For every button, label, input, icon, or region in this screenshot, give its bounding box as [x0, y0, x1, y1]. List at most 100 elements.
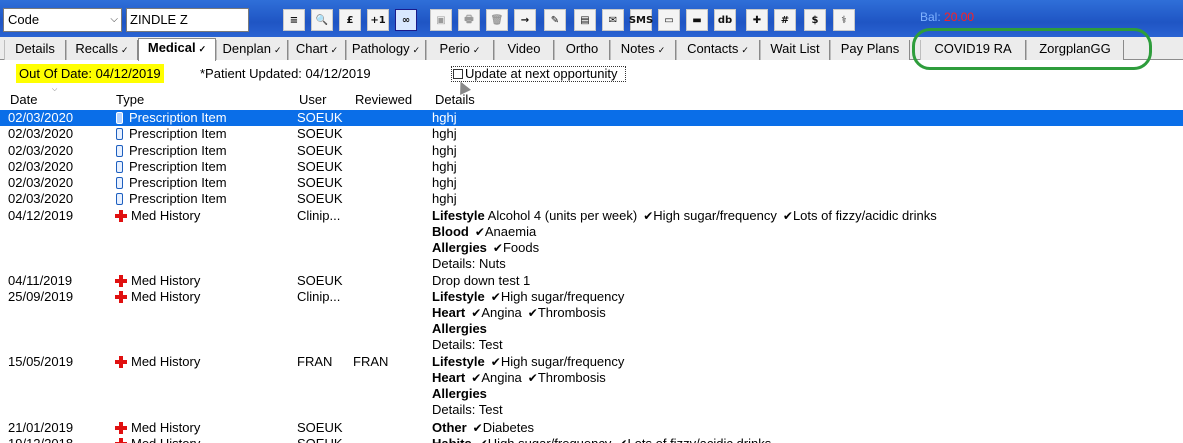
tab-label: Notes — [620, 41, 655, 56]
print-button[interactable]: 🖶 — [458, 9, 480, 31]
detail-text: Thrombosis — [537, 370, 606, 385]
detail-category: Lifestyle — [432, 208, 485, 223]
table-row[interactable]: 02/03/2020 Prescription Item SOEUK hghj — [0, 126, 1183, 142]
table-row[interactable]: 15/05/2019 Med History FRAN FRAN Lifestyle ✔H… — [0, 354, 1183, 419]
table-row[interactable]: 02/03/2020 Prescription Item SOEUK hghj — [0, 191, 1183, 207]
edit-button[interactable]: ✎ — [544, 9, 566, 31]
tab-recalls[interactable]: Recalls ✓ — [66, 40, 138, 60]
column-header-reviewed[interactable]: Reviewed — [355, 92, 412, 107]
detail-text: Details: Nuts — [432, 256, 506, 271]
tab-video[interactable]: Video — [494, 40, 554, 60]
check-icon: ✔ — [474, 225, 485, 239]
table-row[interactable]: 25/09/2019 Med History Clinip... Lifestyle ✔… — [0, 289, 1183, 354]
tooth-button[interactable]: ⚕ — [833, 9, 855, 31]
tab-perio[interactable]: Perio ✓ — [426, 40, 494, 60]
link-button[interactable]: ∞ — [395, 9, 417, 31]
patient-name-field[interactable]: ZINDLE Z — [126, 8, 249, 32]
tab-pay-plans[interactable]: Pay Plans — [830, 40, 910, 60]
tab-denplan[interactable]: Denplan ✓ — [216, 40, 288, 60]
document-button[interactable]: ▤ — [574, 9, 596, 31]
table-row[interactable]: 02/03/2020 Prescription Item SOEUK hghj — [0, 175, 1183, 191]
patient-updated-label: *Patient Updated: 04/12/2019 — [200, 66, 371, 81]
plus-one-button[interactable]: +1 — [367, 9, 389, 31]
detail-line: Other ✔Diabetes — [432, 420, 534, 436]
sms-button[interactable]: SMS — [629, 9, 653, 31]
row-details: Lifestyle Alcohol 4 (units per week) ✔Hig… — [432, 208, 937, 272]
tab-details[interactable]: Details — [4, 40, 66, 60]
check-icon: ✔ — [492, 241, 503, 255]
check-icon: ✔ — [478, 437, 488, 443]
row-user: SOEUK — [297, 110, 343, 125]
detail-line: Heart ✔Angina ✔Thrombosis — [432, 305, 624, 321]
detail-text: Details: Test — [432, 337, 503, 352]
tab-contacts[interactable]: Contacts ✓ — [676, 40, 760, 60]
table-row[interactable]: 04/12/2019 Med History Clinip... Lifestyle … — [0, 208, 1183, 273]
table-row[interactable]: 21/01/2019 Med History SOEUK Other ✔Diabetes — [0, 420, 1183, 436]
row-type-label: Med History — [131, 420, 201, 435]
detail-line: Lifestyle Alcohol 4 (units per week) ✔Hig… — [432, 208, 937, 224]
detail-text: Diabetes — [482, 420, 535, 435]
list-button[interactable]: ≡ — [283, 9, 305, 31]
note-icon: ▬ — [692, 14, 702, 26]
update-next-opportunity-checkbox[interactable]: Update at next opportunity — [451, 66, 626, 82]
detail-category: Allergies — [432, 386, 487, 401]
tab-pathology[interactable]: Pathology ✓ — [346, 40, 426, 60]
mail-button[interactable]: ✉ — [602, 9, 624, 31]
medical-cross-icon — [115, 422, 127, 434]
out-of-date-badge: Out Of Date: 04/12/2019 — [16, 64, 164, 83]
row-details: Drop down test 1 — [432, 273, 530, 289]
column-header-details[interactable]: Details — [435, 92, 475, 107]
search-button[interactable]: 🔍 — [311, 9, 333, 31]
balance-value: 20.00 — [944, 10, 975, 24]
tab-label: Ortho — [565, 41, 599, 56]
tab-ortho[interactable]: Ortho — [554, 40, 610, 60]
detail-text: Foods — [502, 240, 540, 255]
row-type: Prescription Item — [116, 191, 227, 207]
detail-category: Blood — [432, 224, 469, 239]
check-icon: ✔ — [527, 371, 538, 385]
detail-line: Allergies — [432, 386, 624, 402]
pound-button[interactable]: £ — [339, 9, 361, 31]
column-header-type[interactable]: Type — [116, 92, 144, 107]
row-type: Prescription Item — [116, 110, 227, 126]
detail-line: Allergies ✔Foods — [432, 240, 937, 256]
check-icon: ✔ — [471, 371, 482, 385]
row-type: Med History — [115, 354, 200, 370]
tab-medical[interactable]: Medical ✓ — [138, 38, 216, 61]
medical-alert-button[interactable]: ✚ — [746, 9, 768, 31]
note-button[interactable]: ▬ — [686, 9, 708, 31]
detail-line: hghj — [432, 110, 457, 126]
delete-button[interactable]: 🗑 — [486, 9, 508, 31]
code-combo-value: Code — [8, 12, 40, 27]
row-type: Prescription Item — [116, 159, 227, 175]
detail-text: hghj — [432, 191, 457, 206]
tab-label: Video — [507, 41, 541, 56]
table-row[interactable]: 02/03/2020 Prescription Item SOEUK hghj — [0, 110, 1183, 126]
table-row[interactable]: 02/03/2020 Prescription Item SOEUK hghj — [0, 159, 1183, 175]
checkbox-box[interactable] — [453, 69, 463, 79]
tab-chart[interactable]: Chart ✓ — [288, 40, 346, 60]
finance-button[interactable]: $ — [804, 9, 826, 31]
table-row[interactable]: 02/03/2020 Prescription Item SOEUK hghj — [0, 143, 1183, 159]
forward-button[interactable]: → — [514, 9, 536, 31]
detail-line: hghj — [432, 191, 457, 207]
save-button[interactable]: ▣ — [430, 9, 452, 31]
tab-label: Pathology — [351, 41, 410, 56]
document-icon: ▤ — [580, 14, 590, 26]
table-row[interactable]: 19/12/2018Med HistorySOEUKHabits✔High su… — [0, 436, 1183, 443]
detail-line: hghj — [432, 175, 457, 191]
detail-text: Angina — [481, 305, 522, 320]
column-header-user[interactable]: User — [299, 92, 326, 107]
row-user: SOEUK — [297, 175, 343, 190]
tab-wait-list[interactable]: Wait List — [760, 40, 830, 60]
delete-icon: 🗑 — [490, 14, 504, 26]
column-header-date[interactable]: Date — [10, 92, 37, 107]
code-combo[interactable]: Code ⌵ — [3, 8, 122, 32]
tab-notes[interactable]: Notes ✓ — [610, 40, 676, 60]
db-button[interactable]: db — [714, 9, 736, 31]
card-button[interactable]: ▭ — [658, 9, 680, 31]
tab-check-icon: ✓ — [121, 45, 129, 55]
table-row[interactable]: 04/11/2019 Med History SOEUK Drop down test… — [0, 273, 1183, 289]
prescription-icon — [116, 128, 123, 140]
grid-button[interactable]: # — [774, 9, 796, 31]
